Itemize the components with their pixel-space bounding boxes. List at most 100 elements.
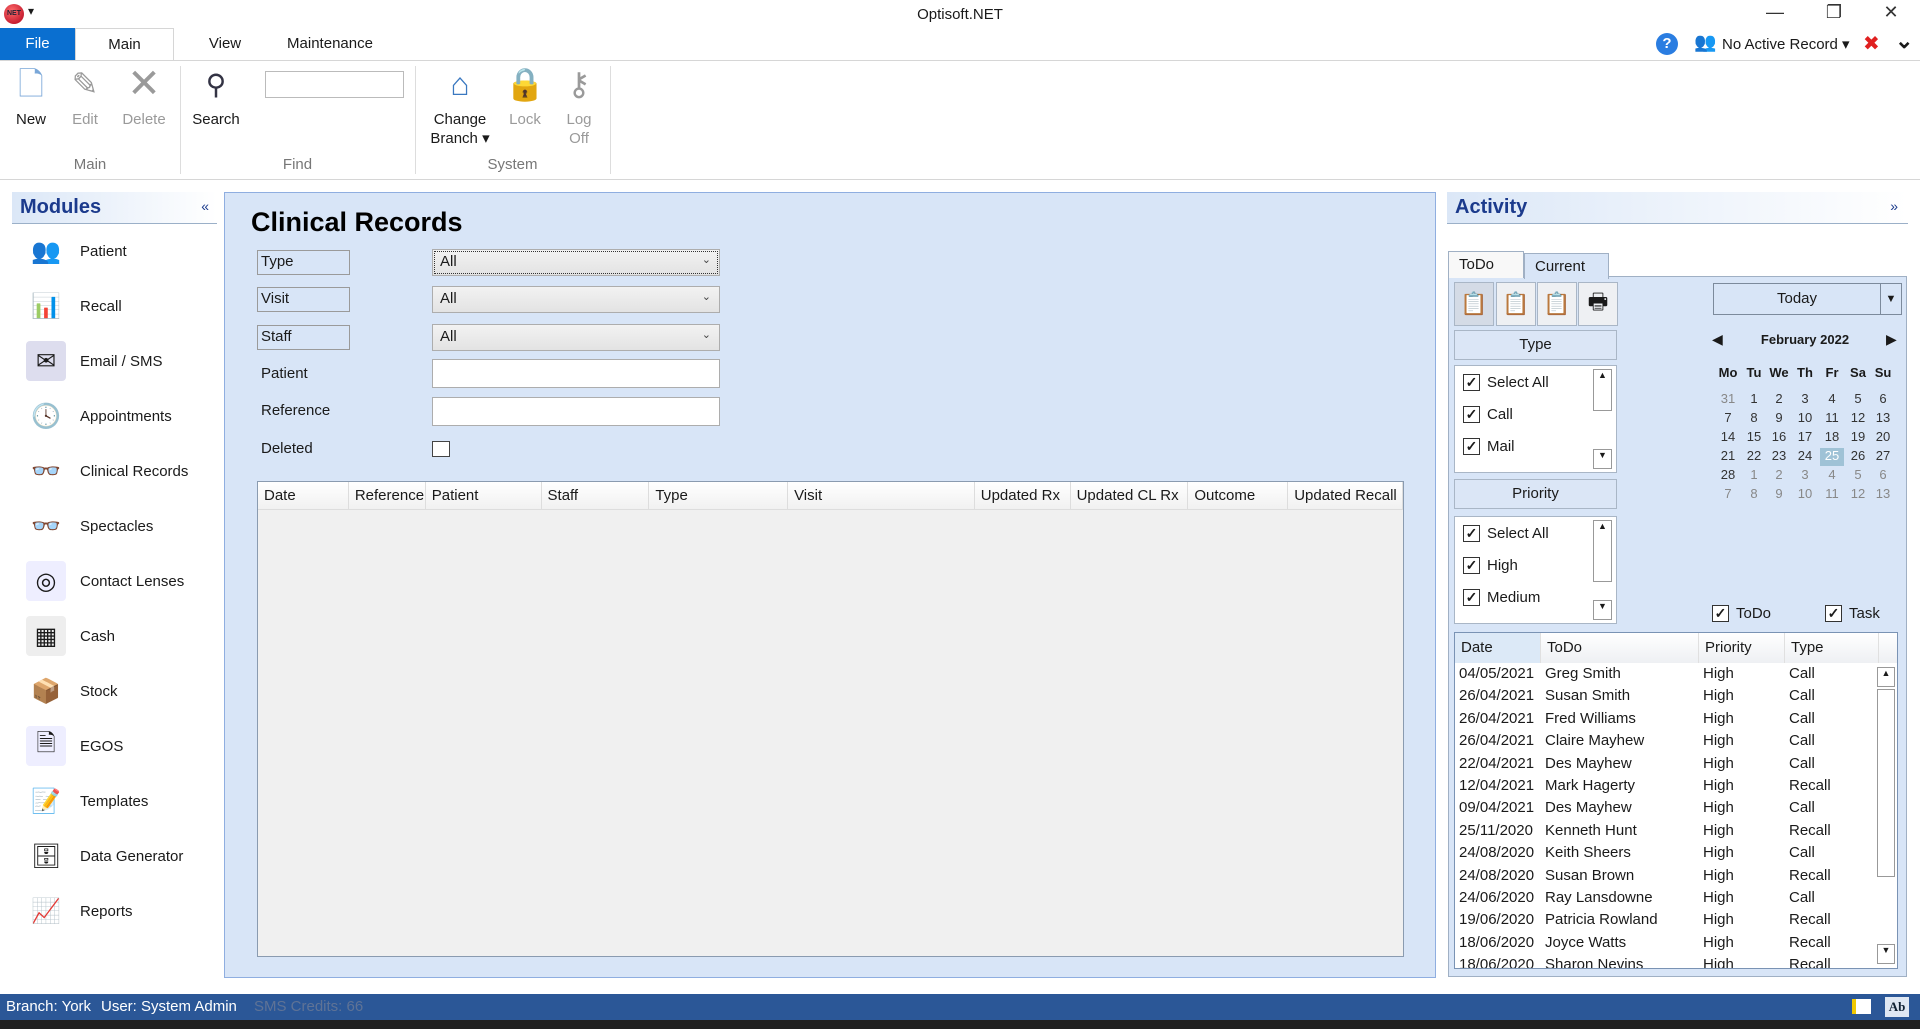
calendar-day[interactable]: 27 bbox=[1871, 448, 1895, 466]
expand-activity-icon[interactable]: » bbox=[1890, 198, 1898, 214]
tab-main[interactable]: Main bbox=[75, 28, 174, 60]
calendar-day[interactable]: 19 bbox=[1846, 429, 1870, 447]
today-button[interactable]: Today ▼ bbox=[1713, 283, 1902, 315]
complete-todo-button[interactable]: 📋 bbox=[1537, 282, 1577, 326]
calendar-day[interactable]: 24 bbox=[1793, 448, 1817, 466]
calendar-day[interactable]: 12 bbox=[1846, 410, 1870, 428]
column-header[interactable]: Priority bbox=[1699, 633, 1785, 663]
log-off-button[interactable]: ⚷ Log Off bbox=[558, 64, 600, 148]
todo-row[interactable]: 18/06/2020 Sharon Nevins High Recall bbox=[1455, 954, 1897, 968]
calendar-day[interactable]: 14 bbox=[1716, 429, 1740, 447]
column-header[interactable]: Type bbox=[1785, 633, 1879, 663]
scrollbar-thumb[interactable] bbox=[1877, 689, 1895, 877]
todo-checkbox[interactable]: ✓ ToDo bbox=[1712, 605, 1771, 622]
todo-row[interactable]: 09/04/2021 Des Mayhew High Call bbox=[1455, 797, 1897, 819]
active-record-dropdown[interactable]: No Active Record ▾ bbox=[1722, 35, 1850, 53]
module-egos[interactable]: 🗎 EGOS bbox=[26, 722, 123, 770]
todo-row[interactable]: 22/04/2021 Des Mayhew High Call bbox=[1455, 753, 1897, 775]
calendar-day[interactable]: 2 bbox=[1767, 467, 1791, 485]
calendar-day[interactable]: 28 bbox=[1716, 467, 1740, 485]
calendar-day[interactable]: 3 bbox=[1793, 391, 1817, 409]
calendar-day[interactable]: 1 bbox=[1742, 391, 1766, 409]
tab-current[interactable]: Current bbox=[1524, 253, 1609, 279]
calendar-day[interactable]: 21 bbox=[1716, 448, 1740, 466]
calendar-day[interactable]: 5 bbox=[1846, 467, 1870, 485]
module-reports[interactable]: 📈 Reports bbox=[26, 887, 133, 935]
calendar-day[interactable]: 12 bbox=[1846, 486, 1870, 504]
filter-checkbox[interactable]: ✓ Medium bbox=[1463, 589, 1540, 606]
column-header[interactable]: Type bbox=[649, 482, 789, 509]
column-header[interactable]: ToDo bbox=[1541, 633, 1699, 663]
todo-row[interactable]: 26/04/2021 Fred Williams High Call bbox=[1455, 708, 1897, 730]
column-header[interactable]: Visit bbox=[788, 482, 975, 509]
calendar-day[interactable]: 9 bbox=[1767, 486, 1791, 504]
calendar-day[interactable]: 5 bbox=[1846, 391, 1870, 409]
todo-row[interactable]: 04/05/2021 Greg Smith High Call bbox=[1455, 663, 1897, 685]
calendar-day[interactable]: 16 bbox=[1767, 429, 1791, 447]
module-clinical-records[interactable]: 👓 Clinical Records bbox=[26, 447, 188, 495]
reference-input[interactable] bbox=[432, 397, 720, 426]
calendar-day[interactable]: 20 bbox=[1871, 429, 1895, 447]
calendar-day[interactable]: 4 bbox=[1820, 467, 1844, 485]
calendar-day[interactable]: 10 bbox=[1793, 486, 1817, 504]
patient-input[interactable] bbox=[432, 359, 720, 388]
todo-row[interactable]: 26/04/2021 Susan Smith High Call bbox=[1455, 685, 1897, 707]
calendar-day[interactable]: 13 bbox=[1871, 486, 1895, 504]
module-appointments[interactable]: 🕓 Appointments bbox=[26, 392, 172, 440]
calendar-day[interactable]: 11 bbox=[1820, 486, 1844, 504]
calendar-day[interactable]: 15 bbox=[1742, 429, 1766, 447]
calendar-day[interactable]: 18 bbox=[1820, 429, 1844, 447]
collapse-modules-icon[interactable]: « bbox=[201, 198, 209, 214]
print-button[interactable]: 🖶 bbox=[1578, 282, 1618, 326]
filter-checkbox[interactable]: ✓ Select All bbox=[1463, 525, 1549, 542]
calendar-day[interactable]: 25 bbox=[1820, 448, 1844, 466]
column-header[interactable]: Date bbox=[1455, 633, 1541, 663]
todo-row[interactable]: 24/08/2020 Susan Brown High Recall bbox=[1455, 865, 1897, 887]
module-email-sms[interactable]: ✉ Email / SMS bbox=[26, 337, 163, 385]
find-input[interactable] bbox=[265, 71, 404, 98]
visit-select[interactable]: All ⌄ bbox=[432, 286, 720, 313]
module-data-generator[interactable]: 🗄 Data Generator bbox=[26, 832, 183, 880]
todo-row[interactable]: 18/06/2020 Joyce Watts High Recall bbox=[1455, 932, 1897, 954]
new-button[interactable]: 🗋 New bbox=[10, 64, 52, 129]
column-header[interactable]: Updated CL Rx bbox=[1071, 482, 1189, 509]
module-spectacles[interactable]: 👓 Spectacles bbox=[26, 502, 153, 550]
module-patient[interactable]: 👥 Patient bbox=[26, 227, 127, 275]
delete-button[interactable]: ✕ Delete bbox=[118, 64, 170, 129]
calendar-day[interactable]: 1 bbox=[1742, 467, 1766, 485]
calendar-day[interactable]: 23 bbox=[1767, 448, 1791, 466]
calendar-day[interactable]: 31 bbox=[1716, 391, 1740, 409]
new-todo-button[interactable]: 📋 bbox=[1454, 282, 1494, 326]
tab-file[interactable]: File bbox=[0, 28, 75, 60]
lock-button[interactable]: 🔒 Lock bbox=[504, 64, 546, 129]
deleted-checkbox[interactable] bbox=[432, 441, 450, 457]
calendar-day[interactable]: 9 bbox=[1767, 410, 1791, 428]
todo-row[interactable]: 24/06/2020 Ray Lansdowne High Call bbox=[1455, 887, 1897, 909]
staff-select[interactable]: All ⌄ bbox=[432, 324, 720, 351]
filter-checkbox[interactable]: ✓ High bbox=[1463, 557, 1518, 574]
column-header[interactable]: Updated Rx bbox=[975, 482, 1071, 509]
calendar-day[interactable]: 11 bbox=[1820, 410, 1844, 428]
todo-row[interactable]: 26/04/2021 Claire Mayhew High Call bbox=[1455, 730, 1897, 752]
calendar-day[interactable]: 13 bbox=[1871, 410, 1895, 428]
todo-row[interactable]: 25/11/2020 Kenneth Hunt High Recall bbox=[1455, 820, 1897, 842]
clinical-records-grid[interactable]: Date Reference Patient Staff Type Visit Update… bbox=[257, 481, 1404, 957]
restore-button[interactable]: ❐ bbox=[1814, 2, 1854, 23]
next-month-icon[interactable]: ▶ bbox=[1886, 331, 1897, 348]
module-cash[interactable]: ▦ Cash bbox=[26, 612, 115, 660]
filter-checkbox[interactable]: ✓ Call bbox=[1463, 406, 1513, 423]
task-checkbox[interactable]: ✓ Task bbox=[1825, 605, 1880, 622]
prev-month-icon[interactable]: ◀ bbox=[1712, 331, 1723, 348]
ribbon-collapse-icon[interactable]: ⌄ bbox=[1895, 28, 1913, 54]
scroll-up-button[interactable]: ▲ bbox=[1593, 520, 1612, 582]
change-branch-button[interactable]: ⌂ Change Branch ▾ bbox=[428, 64, 492, 148]
module-contact-lenses[interactable]: ◎ Contact Lenses bbox=[26, 557, 184, 605]
scroll-up-button[interactable]: ▲ bbox=[1877, 667, 1895, 687]
scroll-down-button[interactable]: ▼ bbox=[1593, 449, 1612, 469]
scroll-down-button[interactable]: ▼ bbox=[1877, 944, 1895, 964]
calendar-day[interactable]: 4 bbox=[1820, 391, 1844, 409]
type-filter-list[interactable]: ▲ ▼ ✓ Select All ✓ Call ✓ Mail bbox=[1454, 365, 1617, 473]
calendar-day[interactable]: 26 bbox=[1846, 448, 1870, 466]
calendar-day[interactable]: 6 bbox=[1871, 391, 1895, 409]
module-recall[interactable]: 📊 Recall bbox=[26, 282, 122, 330]
